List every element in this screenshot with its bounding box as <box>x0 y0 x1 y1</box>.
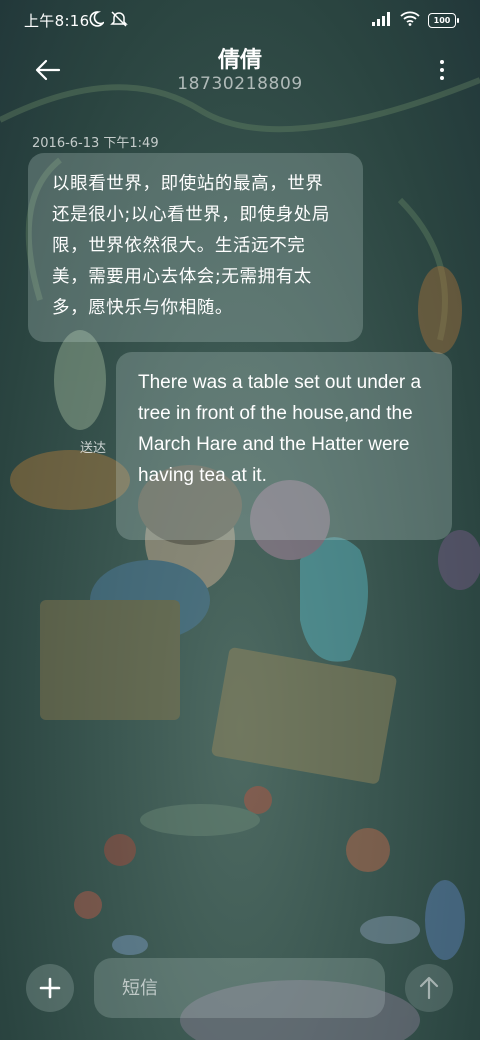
status-time: 上午8:16 <box>24 12 90 30</box>
composer-bar <box>0 956 480 1020</box>
message-timestamp: 2016-6-13 下午1:49 <box>32 136 159 151</box>
send-arrow-icon <box>419 976 439 1000</box>
more-vertical-icon[interactable] <box>430 50 454 90</box>
contact-name[interactable]: 倩倩 <box>0 42 480 74</box>
battery-icon: 100 <box>428 13 459 28</box>
send-button[interactable] <box>405 964 453 1012</box>
outgoing-message-bubble[interactable]: There was a table set out under a tree i… <box>116 352 452 540</box>
mute-icon <box>110 11 128 31</box>
contact-number[interactable]: 18730218809 <box>0 74 480 94</box>
incoming-message-text: 以眼看世界，即使站的最高，世界还是很小;以心看世界，即使身处局限，世界依然很大。… <box>52 174 330 318</box>
wifi-icon <box>400 11 420 30</box>
plus-icon <box>39 977 61 999</box>
moon-icon <box>88 11 106 31</box>
delivery-status: 送达 <box>80 441 107 456</box>
message-input[interactable] <box>94 958 385 1018</box>
incoming-message-bubble[interactable]: 以眼看世界，即使站的最高，世界还是很小;以心看世界，即使身处局限，世界依然很大。… <box>28 153 363 342</box>
signal-icon <box>372 11 392 30</box>
add-attachment-button[interactable] <box>26 964 74 1012</box>
outgoing-message-text: There was a table set out under a tree i… <box>138 372 422 486</box>
conversation-header: 倩倩 18730218809 <box>0 40 480 110</box>
status-bar: 上午8:16 100 <box>0 0 480 40</box>
